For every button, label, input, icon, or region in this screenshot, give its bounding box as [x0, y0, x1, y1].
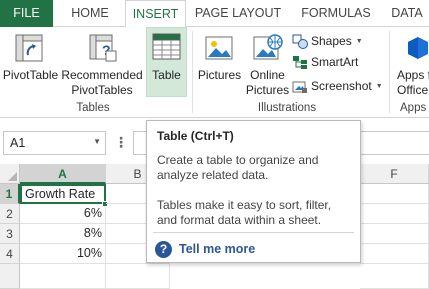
shapes-label: Shapes	[311, 34, 352, 48]
row-header-4[interactable]: 4	[0, 244, 20, 264]
table-screentip: Table (Ctrl+T) Create a table to organiz…	[146, 120, 361, 263]
column-header-a[interactable]: A	[20, 164, 106, 184]
tab-file[interactable]: FILE	[0, 0, 53, 27]
cell-a3[interactable]: 8%	[20, 224, 106, 244]
tell-me-more-link[interactable]: ? Tell me more	[155, 240, 255, 258]
smartart-icon	[292, 55, 308, 76]
cell-a5[interactable]	[20, 264, 106, 289]
tab-home[interactable]: HOME	[61, 0, 119, 27]
group-label-tables: Tables	[76, 102, 110, 114]
cell-f4[interactable]	[360, 244, 429, 264]
cell-f5[interactable]	[360, 264, 429, 289]
pictures-icon	[204, 33, 234, 67]
row-header-3[interactable]: 3	[0, 224, 20, 244]
tab-page-layout[interactable]: PAGE LAYOUT	[190, 0, 286, 27]
group-label-apps: Apps	[400, 102, 427, 114]
recommended-pivottables-icon: ?	[88, 33, 118, 67]
table-label: Table	[152, 68, 181, 82]
tab-formulas[interactable]: FORMULAS	[296, 0, 376, 27]
chevron-down-icon[interactable]: ▼	[93, 137, 101, 146]
cell-f2[interactable]	[360, 204, 429, 224]
table-icon	[151, 31, 182, 66]
online-pictures-label-line1: Online	[250, 68, 285, 82]
apps-label-line1: Apps f	[397, 68, 429, 82]
screenshot-button[interactable]: Screenshot ▼	[292, 76, 383, 96]
pictures-label: Pictures	[197, 68, 242, 82]
cell-a4[interactable]: 10%	[20, 244, 106, 264]
screentip-line: analyze related data.	[157, 168, 269, 182]
ribbon-separator	[389, 31, 390, 113]
tell-me-more-label: Tell me more	[179, 242, 256, 256]
apps-label-line2: Office	[397, 83, 429, 97]
chevron-down-icon: ▼	[355, 38, 363, 45]
screentip-line: and format data within a sheet.	[157, 213, 322, 227]
online-pictures-button[interactable]: Online Pictures	[245, 27, 290, 97]
recommended-pivottables-label-line2: PivotTables	[71, 83, 133, 97]
pivottable-icon	[14, 33, 44, 67]
screentip-line: Create a table to organize and	[157, 153, 319, 167]
name-box-value: A1	[10, 136, 26, 150]
tab-data[interactable]: DATA	[384, 0, 429, 27]
row-header-1[interactable]: 1	[0, 184, 20, 204]
chevron-down-icon: ▼	[375, 83, 383, 90]
select-all-button[interactable]	[0, 164, 20, 184]
screenshot-icon	[292, 79, 308, 100]
pivottable-label: PivotTable	[2, 68, 59, 82]
cell-f3[interactable]	[360, 224, 429, 244]
tab-insert[interactable]: INSERT	[125, 0, 186, 28]
table-button[interactable]: Table	[146, 27, 187, 97]
cell-a1[interactable]: Growth Rate	[20, 184, 106, 204]
ribbon: PivotTable ? Recommended PivotTables Tab…	[0, 27, 429, 118]
cell-b5[interactable]	[106, 264, 170, 289]
screentip-description: Create a table to organize and analyze r…	[157, 153, 353, 183]
more-options-icon[interactable]: ⋮	[114, 134, 128, 151]
name-box[interactable]: A1 ▼	[3, 131, 106, 155]
online-pictures-label-line2: Pictures	[245, 83, 290, 97]
row-header-5[interactable]	[0, 264, 20, 289]
screentip-title: Table (Ctrl+T)	[157, 129, 234, 143]
row-header-2[interactable]: 2	[0, 204, 20, 224]
group-label-illustrations: Illustrations	[257, 102, 317, 114]
select-all-triangle-icon	[8, 172, 17, 181]
ribbon-separator	[192, 31, 193, 113]
pivottable-button[interactable]: PivotTable	[0, 27, 61, 101]
screentip-divider	[153, 232, 354, 233]
ribbon-tab-bar: FILE HOME INSERT PAGE LAYOUT FORMULAS DA…	[0, 0, 429, 28]
smartart-label: SmartArt	[311, 55, 359, 69]
shapes-button[interactable]: Shapes ▼	[292, 31, 363, 51]
online-pictures-icon	[252, 33, 284, 67]
screentip-description: Tables make it easy to sort, filter, and…	[157, 198, 353, 228]
cell-f1[interactable]	[360, 184, 429, 204]
apps-for-office-button[interactable]: Apps f Office	[393, 27, 429, 101]
smartart-button[interactable]: SmartArt	[292, 52, 358, 72]
recommended-pivottables-button[interactable]: ? Recommended PivotTables	[60, 27, 144, 101]
help-icon: ?	[155, 241, 172, 258]
pictures-button[interactable]: Pictures	[196, 27, 243, 97]
column-header-f[interactable]: F	[360, 164, 429, 184]
recommended-pivottables-label-line1: Recommended	[61, 68, 143, 82]
screenshot-label: Screenshot	[311, 79, 372, 93]
office-store-icon	[405, 34, 429, 66]
screentip-line: Tables make it easy to sort, filter,	[157, 198, 332, 212]
cell-a2[interactable]: 6%	[20, 204, 106, 224]
